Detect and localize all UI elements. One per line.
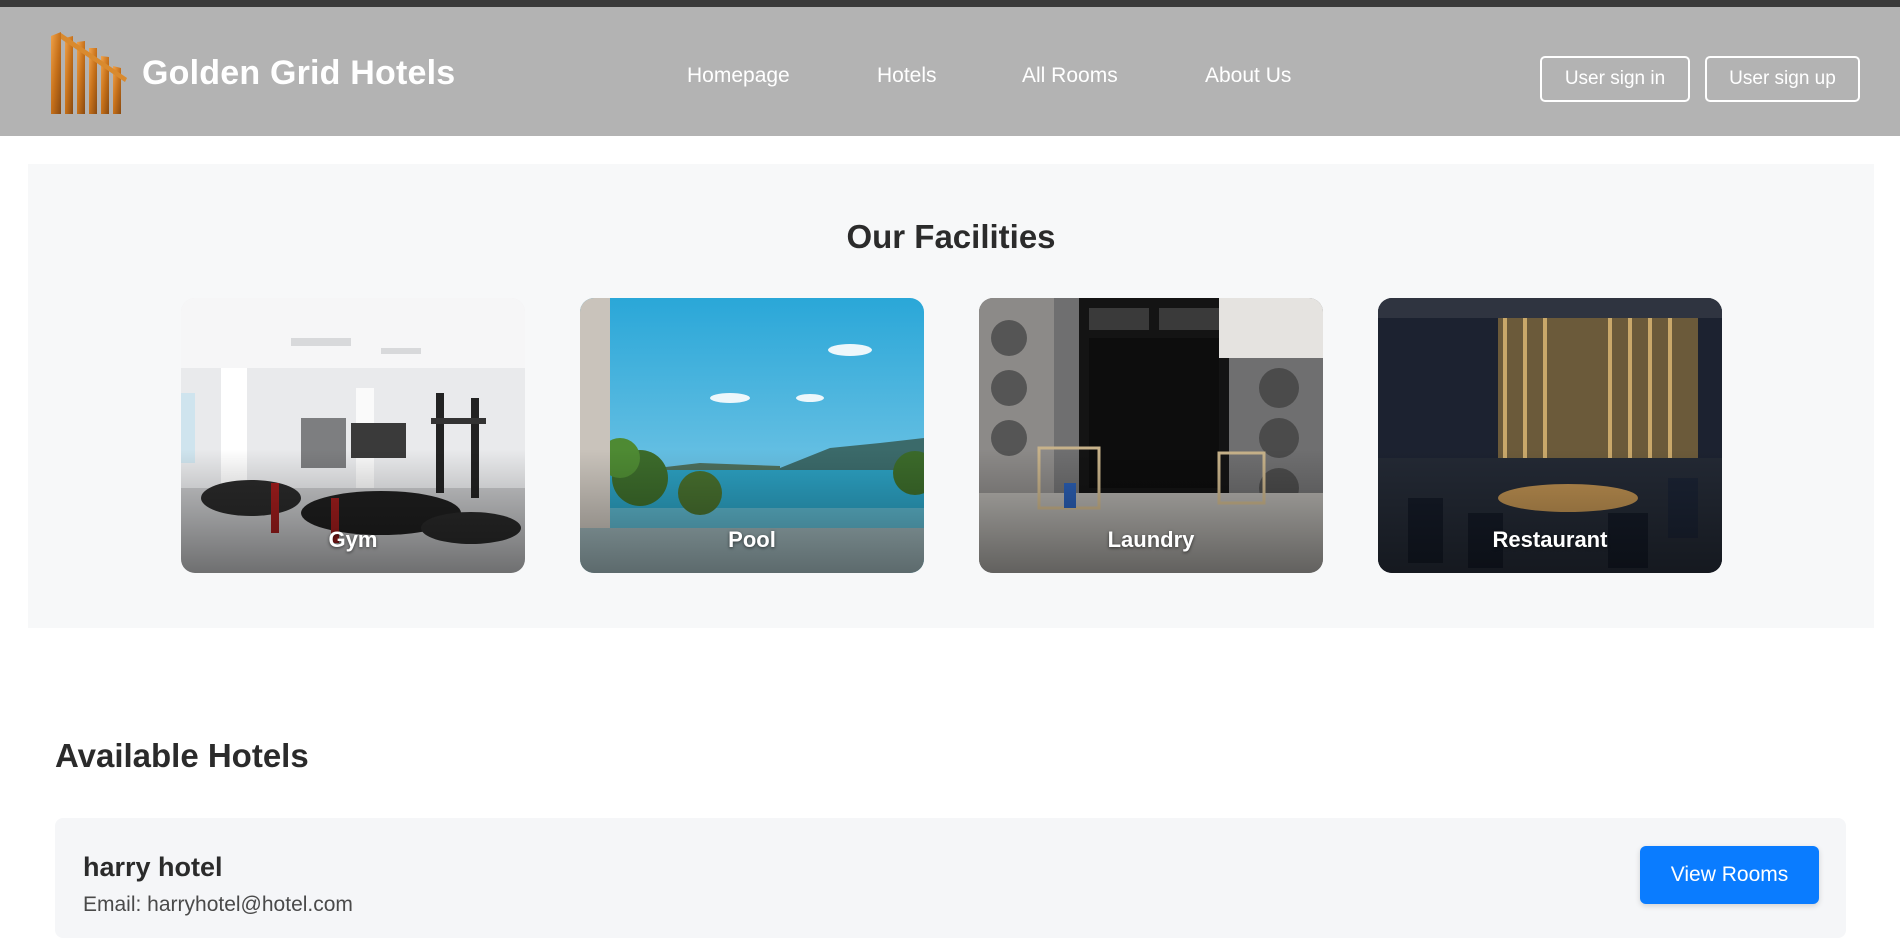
user-sign-in-button[interactable]: User sign in [1540,56,1690,102]
nav-homepage[interactable]: Homepage [687,64,790,88]
nav-about-us[interactable]: About Us [1205,64,1291,88]
facility-card-laundry[interactable]: Laundry [979,298,1323,573]
facility-card-restaurant[interactable]: Restaurant [1378,298,1722,573]
facilities-title: Our Facilities [846,218,1056,255]
navbar: Golden Grid Hotels Homepage Hotels All R… [0,7,1900,136]
facility-label-pool: Pool [728,527,776,552]
nav-all-rooms[interactable]: All Rooms [1022,64,1118,88]
facility-card-pool[interactable]: Pool [580,298,924,573]
facility-label-laundry: Laundry [1107,527,1195,552]
facility-card-gym[interactable]: Gym [181,298,525,573]
facility-label-restaurant: Restaurant [1492,527,1608,552]
hotel-name: harry hotel [83,852,223,882]
facilities-section: Our Facilities Gym Pool Laundry Restaura… [28,164,1874,628]
user-sign-up-button[interactable]: User sign up [1705,56,1860,102]
view-rooms-button[interactable]: View Rooms [1640,846,1819,904]
hotel-list-item: harry hotel Email: harryhotel@hotel.com … [55,818,1846,938]
nav-hotels[interactable]: Hotels [877,64,937,88]
available-hotels-title: Available Hotels [55,737,309,774]
top-border [0,0,1900,7]
facility-label-gym: Gym [328,527,378,552]
hotel-email: Email: harryhotel@hotel.com [83,893,353,916]
